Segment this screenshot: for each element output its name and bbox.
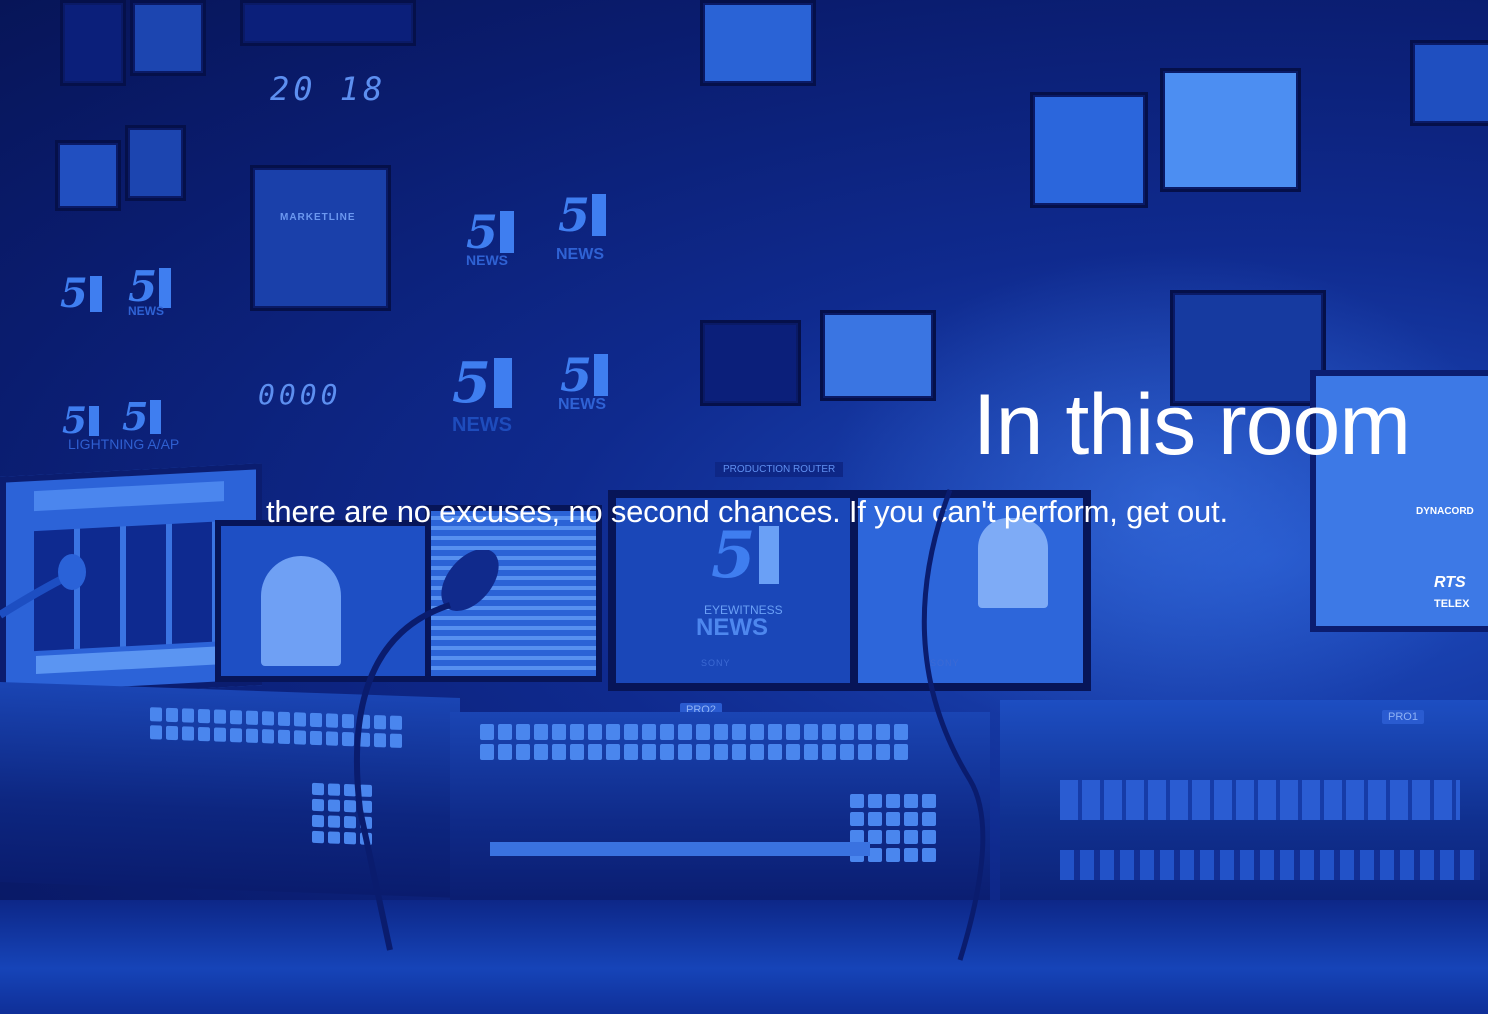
wall-monitor xyxy=(250,165,391,311)
wall-monitor xyxy=(55,140,121,211)
news-label: NEWS xyxy=(556,246,604,263)
wall-monitor xyxy=(700,320,801,406)
pro1-label: PRO1 xyxy=(1382,710,1424,724)
dynacord-label: DYNACORD xyxy=(1416,506,1474,517)
channel-logo: 5 xyxy=(466,205,515,259)
channel-number: 5 xyxy=(62,400,88,442)
channel-number: 5 xyxy=(452,350,491,416)
subline: there are no excuses, no second chances.… xyxy=(266,494,1228,529)
news-label: NEWS xyxy=(696,614,768,641)
channel-number: 5 xyxy=(122,394,149,439)
microphone-center xyxy=(353,550,499,951)
news-label: NEWS xyxy=(558,396,606,413)
channel-number: 5 xyxy=(560,348,593,402)
news-label: NEWS xyxy=(466,252,508,268)
wall-monitor xyxy=(240,0,416,46)
wall-monitor xyxy=(1160,68,1301,192)
channel-logo: 5 xyxy=(122,394,162,439)
channel-number: 5 xyxy=(60,270,88,317)
channel-logo: 5 xyxy=(560,348,609,402)
news-label: NEWS xyxy=(128,304,164,318)
wall-monitor xyxy=(820,310,936,401)
wall-monitor xyxy=(1030,92,1148,208)
counter-display-bottom: 0000 xyxy=(258,378,342,411)
control-room-photo: 20 18 0000 MARKETLINE LIGHTNING A/AP 5 N… xyxy=(0,0,1488,1014)
sony-label: SONY xyxy=(701,658,731,668)
counter-display-top: 20 18 xyxy=(270,70,387,108)
marketline-label: MARKETLINE xyxy=(280,212,356,223)
button-bank xyxy=(480,724,908,760)
channel-logo: 5 xyxy=(558,188,607,242)
channel-logo: 5 xyxy=(452,350,512,416)
channel-logo: 5 xyxy=(62,400,100,442)
wall-monitor xyxy=(1410,40,1488,126)
wall-monitor xyxy=(125,125,186,201)
wall-monitor xyxy=(60,0,126,86)
desk-surface xyxy=(0,900,1488,1014)
microphone-right xyxy=(921,489,986,961)
microphone-left xyxy=(0,554,86,619)
channel-number: 5 xyxy=(466,205,499,259)
news-label: NEWS xyxy=(452,414,512,436)
router-label: PRODUCTION ROUTER xyxy=(715,462,844,477)
channel-logo: 5 xyxy=(60,270,102,317)
channel-number: 5 xyxy=(558,188,591,242)
wall-monitor xyxy=(130,0,206,76)
telex-label: TELEX xyxy=(1434,598,1470,610)
wall-monitor xyxy=(700,0,816,86)
rts-label: RTS xyxy=(1434,574,1466,591)
